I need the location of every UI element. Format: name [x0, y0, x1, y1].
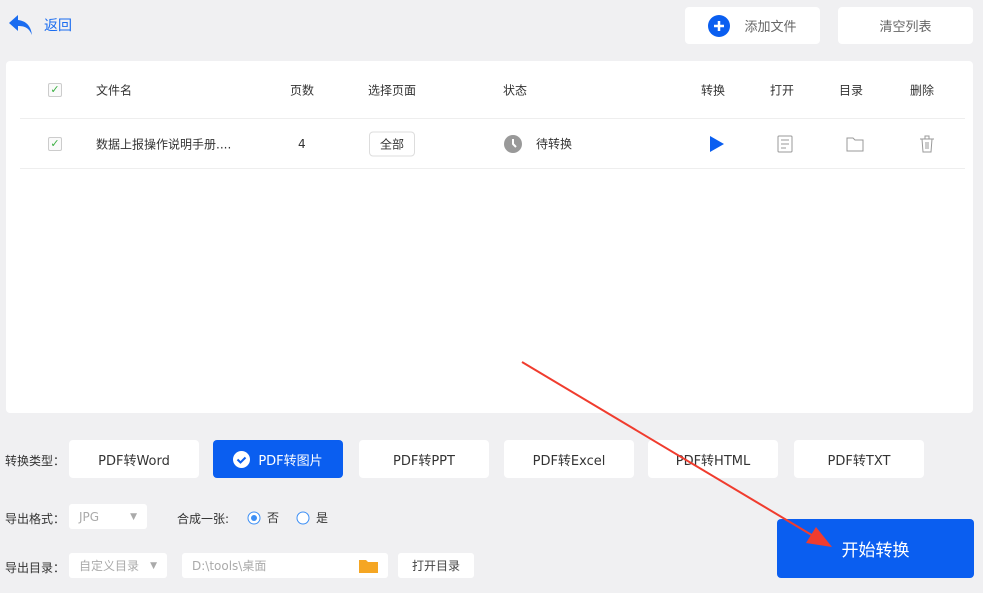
col-delete: 删除: [910, 83, 935, 97]
dir-mode-select[interactable]: 自定义目录 ▼: [69, 553, 167, 578]
trash-icon[interactable]: [919, 135, 935, 153]
dir-label: 导出目录：: [5, 561, 66, 575]
back-arrow-icon: [9, 15, 32, 35]
type-image-label: PDF转图片: [258, 453, 323, 469]
play-icon[interactable]: [709, 135, 725, 153]
type-excel-label: PDF转Excel: [532, 453, 606, 469]
col-filename: 文件名: [96, 83, 133, 97]
table-row: ✓ 数据上报操作说明手册.... 4 全部 待转换: [20, 119, 965, 169]
dir-path-input[interactable]: D:\tools\桌面: [182, 553, 388, 578]
type-ppt[interactable]: PDF转PPT: [359, 440, 489, 478]
open-dir-button[interactable]: 打开目录: [398, 553, 474, 578]
file-list-panel: ✓ 文件名 页数 选择页面 状态 转换 打开 目录 删除 ✓ 数据上报操作说明手…: [6, 61, 973, 413]
table-header: ✓ 文件名 页数 选择页面 状态 转换 打开 目录 删除: [20, 61, 965, 119]
clear-list-label: 清空列表: [879, 20, 932, 35]
clock-icon: [504, 134, 522, 153]
type-excel[interactable]: PDF转Excel: [504, 440, 634, 478]
type-ppt-label: PDF转PPT: [393, 453, 455, 469]
type-txt[interactable]: PDF转TXT: [794, 440, 924, 478]
col-page-select: 选择页面: [368, 83, 417, 97]
add-file-button[interactable]: 添加文件: [685, 7, 820, 44]
merge-yes-radio[interactable]: 是: [296, 509, 328, 526]
page-count: 4: [298, 136, 306, 151]
check-circle-icon: [233, 450, 251, 468]
format-value: JPG: [79, 509, 100, 524]
status: 待转换: [504, 134, 573, 153]
folder-icon[interactable]: [359, 558, 378, 573]
start-convert-label: 开始转换: [841, 541, 910, 561]
merge-yes-label: 是: [316, 511, 329, 525]
merge-label: 合成一张:: [177, 512, 230, 526]
select-all-checkbox[interactable]: ✓: [48, 82, 62, 97]
document-icon[interactable]: [777, 135, 793, 153]
back-button[interactable]: 返回: [8, 14, 72, 36]
radio-checked-icon: [247, 511, 261, 524]
col-folder: 目录: [839, 83, 864, 97]
type-html-label: PDF转HTML: [675, 453, 751, 469]
folder-icon[interactable]: [846, 136, 864, 152]
type-txt-label: PDF转TXT: [827, 453, 891, 469]
page-select-button[interactable]: 全部: [369, 131, 416, 156]
type-word[interactable]: PDF转Word: [69, 440, 199, 478]
col-pages: 页数: [290, 83, 315, 97]
type-word-label: PDF转Word: [98, 453, 170, 469]
file-name: 数据上报操作说明手册....: [96, 137, 232, 151]
merge-no-radio[interactable]: 否: [247, 509, 279, 526]
type-html[interactable]: PDF转HTML: [648, 440, 778, 478]
col-convert: 转换: [701, 83, 726, 97]
col-status: 状态: [503, 83, 528, 97]
back-label: 返回: [44, 18, 72, 34]
type-image[interactable]: PDF转图片: [213, 440, 343, 478]
dropdown-caret-icon: ▼: [130, 511, 137, 522]
format-label: 导出格式：: [5, 512, 66, 526]
merge-no-label: 否: [267, 511, 280, 525]
col-open: 打开: [770, 83, 795, 97]
clear-list-button[interactable]: 清空列表: [838, 7, 973, 44]
open-dir-label: 打开目录: [411, 559, 460, 573]
add-file-label: 添加文件: [744, 20, 797, 35]
format-select[interactable]: JPG ▼: [69, 504, 147, 529]
dir-mode-value: 自定义目录: [79, 559, 140, 573]
row-checkbox[interactable]: ✓: [48, 136, 62, 151]
radio-unchecked-icon: [296, 511, 310, 524]
start-convert-button[interactable]: 开始转换: [777, 519, 974, 578]
status-label: 待转换: [536, 137, 573, 151]
dir-path-value: D:\tools\桌面: [192, 559, 267, 573]
dropdown-caret-icon: ▼: [150, 560, 157, 571]
type-label: 转换类型：: [5, 454, 66, 468]
plus-circle-icon: [708, 14, 731, 37]
